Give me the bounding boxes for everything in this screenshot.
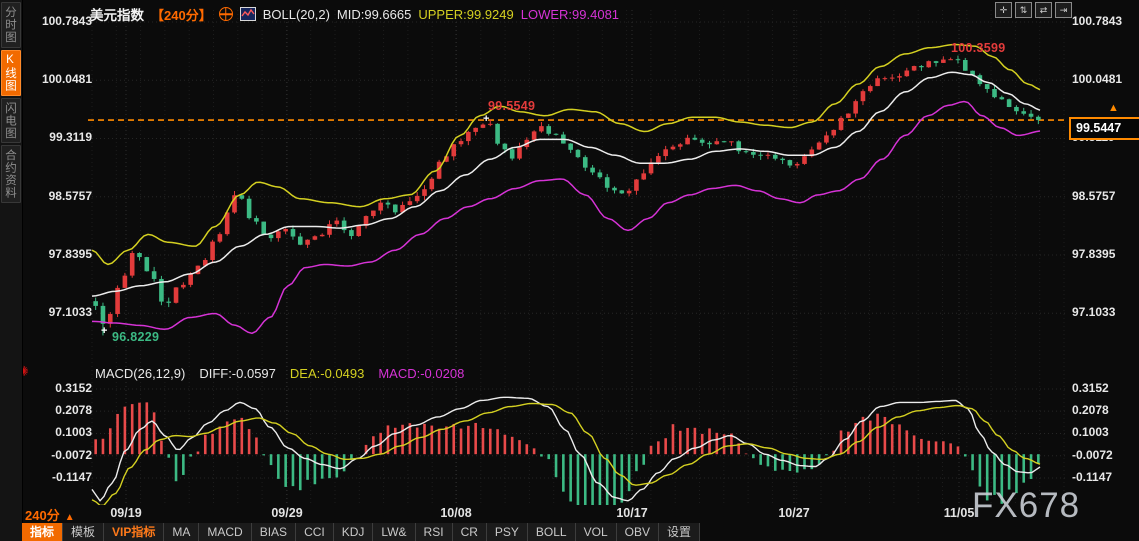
toolbar-item-psy[interactable]: PSY: [486, 523, 528, 541]
macd-axis-label-right: -0.1147: [1072, 470, 1113, 484]
sidebar-tab-flash-chart[interactable]: 闪电图: [1, 97, 21, 143]
sidebar-tab-time-chart[interactable]: 分时图: [1, 2, 21, 48]
toolbar-item-template[interactable]: 模板: [63, 523, 105, 541]
boll-upper-value: UPPER:99.9249: [418, 6, 514, 22]
price-marker-cross: +: [483, 113, 490, 125]
price-annotation: 99.5549: [488, 99, 536, 113]
y-axis-label-right: 97.1033: [1072, 305, 1116, 319]
y-axis-label-right: 97.8395: [1072, 247, 1116, 261]
boll-bands: [91, 43, 1041, 335]
crosshair-icon[interactable]: ✛: [995, 2, 1012, 18]
sidebar: 分时图 K线图 闪电图 合约资料: [0, 0, 23, 541]
toolbar-item-boll[interactable]: BOLL: [527, 523, 576, 541]
toolbar-item-vol[interactable]: VOL: [575, 523, 617, 541]
macd-dea-line: [91, 402, 1041, 505]
macd-title: MACD(26,12,9): [95, 366, 186, 381]
boll-mid-line: [91, 71, 1041, 297]
macd-axis-label-left: 0.3152: [55, 381, 92, 395]
macd-axis-label-right: 0.1003: [1072, 425, 1109, 439]
macd-diff-value: DIFF:-0.0597: [199, 366, 276, 381]
macd-axis-label-right: 0.3152: [1072, 381, 1109, 395]
indicator-toolbar: 指标 模板 VIP指标 MA MACD BIAS CCI KDJ LW& RSI CR PSY BOLL…: [22, 523, 700, 541]
interval-text: 240分: [25, 508, 60, 523]
x-axis-label: 10/08: [440, 506, 472, 520]
chart-app: 分时图K线图闪电图合约资料 ✺ 美元指数 【240分】 BOLL(20,2) M…: [0, 0, 1139, 541]
macd-axis-label-left: -0.1147: [51, 470, 92, 484]
y-axis-label-left: 97.8395: [48, 247, 92, 261]
x-axis-label: 09/19: [110, 506, 142, 520]
scale-vertical-icon[interactable]: ⇅: [1015, 2, 1032, 18]
chart-tools: ✛ ⇅ ⇄ ⇥: [995, 2, 1072, 18]
toolbar-item-bias[interactable]: BIAS: [251, 523, 297, 541]
y-axis-label-left: 98.5757: [48, 189, 92, 203]
y-axis-label-left: 97.1033: [48, 305, 92, 319]
x-axis-label: 10/17: [616, 506, 648, 520]
macd-dea-value: DEA:-0.0493: [289, 366, 365, 381]
toolbar-item-obv[interactable]: OBV: [616, 523, 659, 541]
sidebar-tab-contract-info[interactable]: 合约资料: [1, 145, 21, 203]
toolbar-item-macd[interactable]: MACD: [199, 523, 252, 541]
scale-horizontal-icon[interactable]: ⇄: [1035, 2, 1052, 18]
macd-axis-label-left: 0.2078: [55, 403, 92, 417]
boll-lower-line: [91, 100, 1041, 335]
y-axis-label-right: 100.7843: [1072, 14, 1123, 28]
interval-label[interactable]: 240分 ▲: [25, 505, 75, 524]
mini-chart-icon[interactable]: [239, 7, 256, 21]
circle-plus-icon[interactable]: [218, 7, 233, 21]
pan-right-icon[interactable]: ⇥: [1055, 2, 1072, 18]
toolbar-item-kdj[interactable]: KDJ: [333, 523, 374, 541]
macd-macd-value: MACD:-0.0208: [378, 366, 465, 381]
y-axis-label-left: 100.0481: [41, 72, 92, 86]
toolbar-item-rsi[interactable]: RSI: [415, 523, 453, 541]
interval-arrow-icon: ▲: [64, 512, 75, 523]
toolbar-item-cci[interactable]: CCI: [296, 523, 334, 541]
chart-canvas[interactable]: [0, 0, 1139, 541]
price-annotation: 100.3599: [951, 41, 1006, 55]
symbol-name: 美元指数: [90, 8, 144, 23]
macd-header: MACD(26,12,9) DIFF:-0.0597 DEA:-0.0493 M…: [95, 366, 464, 381]
boll-mid-value: MID:99.6665: [336, 6, 412, 22]
y-axis-label-left: 99.3119: [49, 130, 92, 144]
price-annotation: 96.8229: [112, 330, 160, 344]
boll-label: BOLL(20,2): [262, 6, 330, 22]
toolbar-item-settings[interactable]: 设置: [658, 523, 700, 541]
interval-badge: 【240分】: [151, 7, 212, 23]
sidebar-tab-kline-chart[interactable]: K线图: [1, 49, 21, 96]
candlesticks: [93, 55, 1041, 336]
y-axis-label-right: 98.5757: [1072, 189, 1116, 203]
macd-axis-label-left: -0.0072: [51, 448, 92, 462]
price-marker-cross: +: [101, 325, 108, 337]
y-axis-label-left: 100.7843: [41, 14, 92, 28]
x-axis-label: 10/27: [778, 506, 810, 520]
last-price-tag: 99.5447: [1069, 117, 1139, 140]
price-tag-arrow-icon[interactable]: ▲: [1108, 102, 1119, 114]
toolbar-item-vip-indicator[interactable]: VIP指标: [104, 523, 165, 541]
macd-axis-label-left: 0.1003: [55, 425, 92, 439]
macd-axis-label-right: 0.2078: [1072, 403, 1109, 417]
boll-lower-value: LOWER:99.4081: [520, 6, 620, 22]
x-axis-label: 09/29: [271, 506, 303, 520]
toolbar-item-ma[interactable]: MA: [164, 523, 200, 541]
x-axis-label: 11/05: [943, 506, 975, 520]
toolbar-item-lwr[interactable]: LW&: [373, 523, 416, 541]
chart-header: 美元指数 【240分】 BOLL(20,2) MID:99.6665 UPPER…: [90, 6, 620, 24]
macd-axis-label-right: -0.0072: [1072, 448, 1113, 462]
y-axis-label-right: 100.0481: [1072, 72, 1123, 86]
toolbar-item-cr[interactable]: CR: [452, 523, 487, 541]
toolbar-item-indicator[interactable]: 指标: [22, 523, 64, 541]
